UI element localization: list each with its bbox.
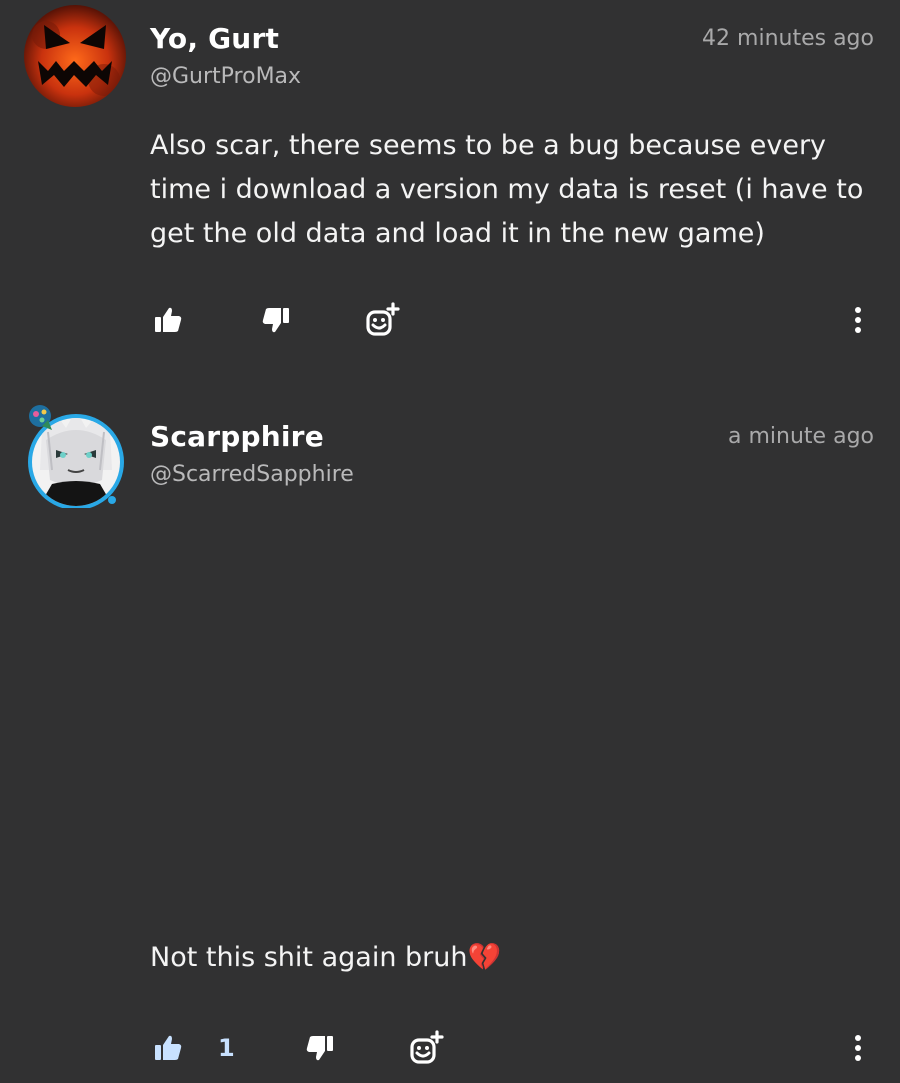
dislike-button[interactable] (256, 300, 296, 340)
timestamp: a minute ago (728, 424, 874, 449)
comment-text: Not this shit again bruh💔 (150, 936, 880, 980)
user-handle[interactable]: @GurtProMax (150, 64, 301, 89)
thumbs-up-icon (155, 307, 182, 332)
avatar[interactable] (22, 400, 130, 508)
comment-text-content: Not this shit again bruh (150, 942, 468, 973)
jack-o-lantern-icon (24, 5, 126, 107)
more-options-button[interactable] (842, 300, 874, 340)
more-options-button[interactable] (842, 1028, 874, 1068)
display-name[interactable]: Scarpphire (150, 420, 324, 453)
add-reaction-icon (410, 1030, 444, 1064)
like-count: 1 (218, 1034, 235, 1062)
like-button[interactable] (148, 300, 188, 340)
comment-actions: 1 (0, 1028, 900, 1068)
more-vertical-icon (855, 1035, 861, 1061)
anime-character-icon (28, 405, 124, 508)
timestamp: 42 minutes ago (702, 26, 874, 51)
add-reaction-button[interactable] (362, 300, 402, 340)
dislike-button[interactable] (300, 1028, 340, 1068)
comment-item: Yo, Gurt @GurtProMax 42 minutes ago Also… (0, 0, 900, 370)
comment-item: Scarpphire @ScarredSapphire a minute ago… (0, 390, 900, 1083)
broken-heart-icon: 💔 (467, 942, 502, 973)
thumbs-down-icon (262, 308, 289, 333)
more-vertical-icon (855, 307, 861, 333)
like-button[interactable] (148, 1028, 188, 1068)
comment-text: Also scar, there seems to be a bug becau… (150, 130, 864, 249)
thumbs-down-icon (306, 1036, 333, 1061)
user-handle[interactable]: @ScarredSapphire (150, 462, 354, 487)
display-name[interactable]: Yo, Gurt (150, 22, 279, 55)
add-reaction-button[interactable] (406, 1028, 446, 1068)
comment-actions (0, 300, 900, 340)
avatar[interactable] (24, 5, 126, 107)
add-reaction-icon (366, 302, 400, 336)
thumbs-up-icon (155, 1035, 182, 1060)
